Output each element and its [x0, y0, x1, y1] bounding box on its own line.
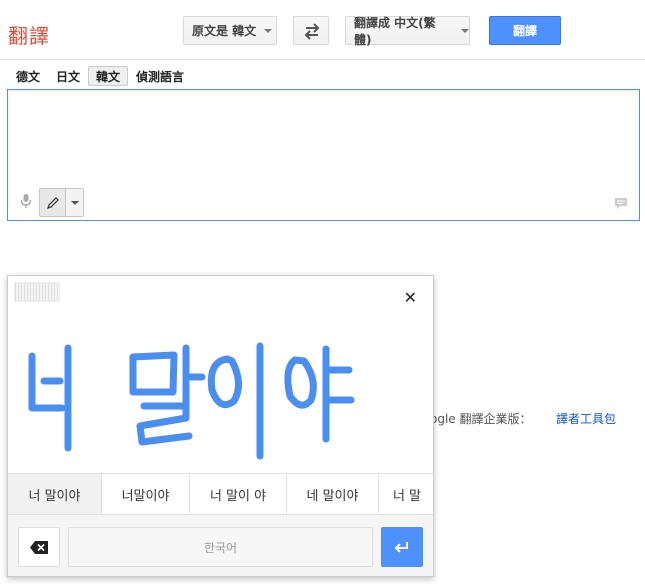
handwriting-toolbar: 한국어 — [8, 515, 433, 576]
source-textarea[interactable] — [7, 89, 640, 221]
candidate-3[interactable]: 너 말이 야 — [190, 474, 287, 514]
tab-japanese[interactable]: 日文 — [48, 66, 88, 86]
target-language-select[interactable]: 翻譯成 中文(繁體) — [345, 15, 470, 47]
tab-detect-language[interactable]: 偵測語言 — [128, 66, 192, 86]
tab-korean[interactable]: 韓文 — [88, 66, 129, 86]
enter-icon — [394, 542, 408, 553]
app-logo[interactable]: 翻譯 — [8, 20, 50, 49]
handwriting-canvas[interactable] — [8, 316, 434, 474]
input-tools-button[interactable] — [39, 188, 84, 217]
candidate-2[interactable]: 너말이야 — [102, 474, 190, 514]
chevron-down-icon — [70, 200, 79, 205]
source-language-label: 原文是 韓文 — [192, 24, 257, 38]
microphone-icon[interactable] — [20, 193, 32, 213]
candidate-5[interactable]: 너 말 — [379, 474, 433, 514]
source-language-tabs: 德文 日文 韓文 偵測語言 — [8, 66, 192, 86]
space-button[interactable]: 한국어 — [68, 527, 373, 567]
swap-languages-button[interactable] — [293, 16, 329, 45]
header-divider — [0, 59, 645, 60]
swap-icon — [304, 23, 320, 40]
backspace-button[interactable] — [18, 527, 60, 567]
enterprise-text: ogle 翻譯企業版： — [430, 412, 532, 426]
feedback-icon[interactable] — [614, 195, 628, 214]
drag-handle[interactable] — [14, 282, 60, 302]
close-icon[interactable]: ✕ — [404, 288, 417, 307]
enter-button[interactable] — [381, 527, 423, 567]
chevron-down-icon — [461, 28, 469, 33]
candidate-bar: 너 말이야 너말이야 너 말이 야 네 말이야 너 말 — [8, 473, 433, 515]
backspace-icon — [30, 540, 48, 554]
candidate-1[interactable]: 너 말이야 — [8, 474, 102, 514]
target-language-label: 翻譯成 中文(繁體) — [354, 15, 436, 47]
translator-toolkit-link[interactable]: 譯者工具包 — [556, 410, 616, 427]
pencil-icon[interactable] — [40, 189, 66, 216]
translate-button[interactable]: 翻譯 — [489, 16, 561, 45]
handwriting-panel: ✕ 너 말이야 너말이야 너 말이 야 네 말이야 너 말 한국어 — [7, 275, 434, 577]
source-language-select[interactable]: 原文是 韓文 — [183, 16, 277, 45]
tab-german[interactable]: 德文 — [8, 66, 48, 86]
candidate-4[interactable]: 네 말이야 — [287, 474, 379, 514]
input-tools-dropdown[interactable] — [66, 189, 83, 216]
chevron-down-icon — [264, 28, 273, 33]
